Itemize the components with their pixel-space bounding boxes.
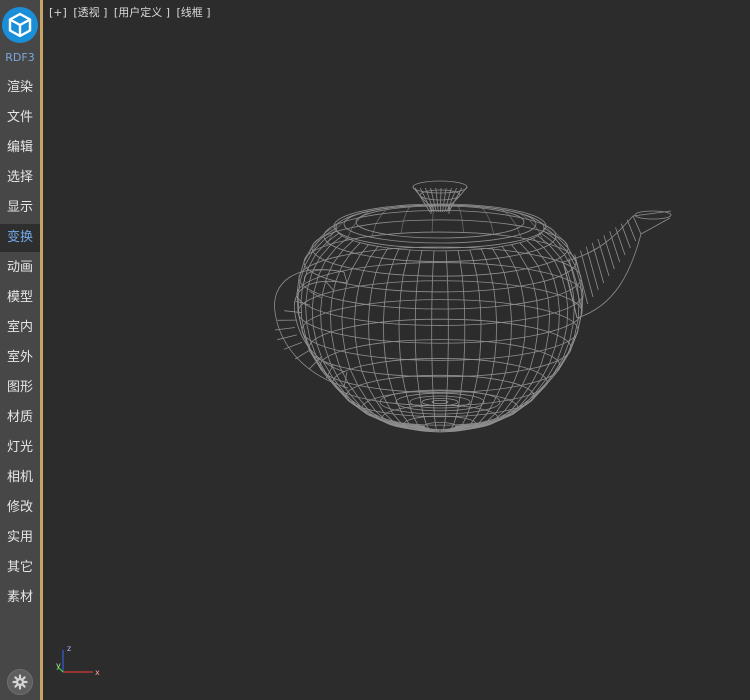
sidebar-menu: 渲染 文件 编辑 选择 显示 变换 动画 模型 室内 室外 图形 材质 灯光 相… xyxy=(0,74,40,614)
axis-y-label: y xyxy=(56,661,61,670)
sidebar-item-model[interactable]: 模型 xyxy=(0,284,40,312)
sidebar-item-display[interactable]: 显示 xyxy=(0,194,40,222)
sidebar-item-edit[interactable]: 编辑 xyxy=(0,134,40,162)
sidebar-item-file[interactable]: 文件 xyxy=(0,104,40,132)
sidebar-item-exterior[interactable]: 室外 xyxy=(0,344,40,372)
sidebar-item-assets[interactable]: 素材 xyxy=(0,584,40,612)
viewport[interactable]: [+] [透视 ] [用户定义 ] [线框 ] z y x xyxy=(43,0,750,700)
sidebar-item-interior[interactable]: 室内 xyxy=(0,314,40,342)
sidebar-item-select[interactable]: 选择 xyxy=(0,164,40,192)
sidebar-item-shapes[interactable]: 图形 xyxy=(0,374,40,402)
sidebar-item-material[interactable]: 材质 xyxy=(0,404,40,432)
axis-z-label: z xyxy=(67,644,71,653)
app-window: RDF3 渲染 文件 编辑 选择 显示 变换 动画 模型 室内 室外 图形 材质… xyxy=(0,0,750,700)
rdf-logo-icon xyxy=(8,12,32,38)
logo-button[interactable] xyxy=(2,7,38,43)
axis-x-label: x xyxy=(95,668,100,677)
sidebar-item-transform[interactable]: 变换 xyxy=(0,224,40,252)
sidebar-item-other[interactable]: 其它 xyxy=(0,554,40,582)
sidebar-item-lights[interactable]: 灯光 xyxy=(0,434,40,462)
sidebar-item-modify[interactable]: 修改 xyxy=(0,494,40,522)
axis-gizmo: z y x xyxy=(56,644,100,677)
sidebar: RDF3 渲染 文件 编辑 选择 显示 变换 动画 模型 室内 室外 图形 材质… xyxy=(0,0,43,700)
teapot-wireframe[interactable] xyxy=(43,0,750,700)
gear-icon xyxy=(12,674,28,690)
sidebar-item-animation[interactable]: 动画 xyxy=(0,254,40,282)
sidebar-item-utilities[interactable]: 实用 xyxy=(0,524,40,552)
sidebar-item-render[interactable]: 渲染 xyxy=(0,74,40,102)
settings-button[interactable] xyxy=(7,669,33,695)
brand-label: RDF3 xyxy=(5,51,35,64)
sidebar-item-camera[interactable]: 相机 xyxy=(0,464,40,492)
